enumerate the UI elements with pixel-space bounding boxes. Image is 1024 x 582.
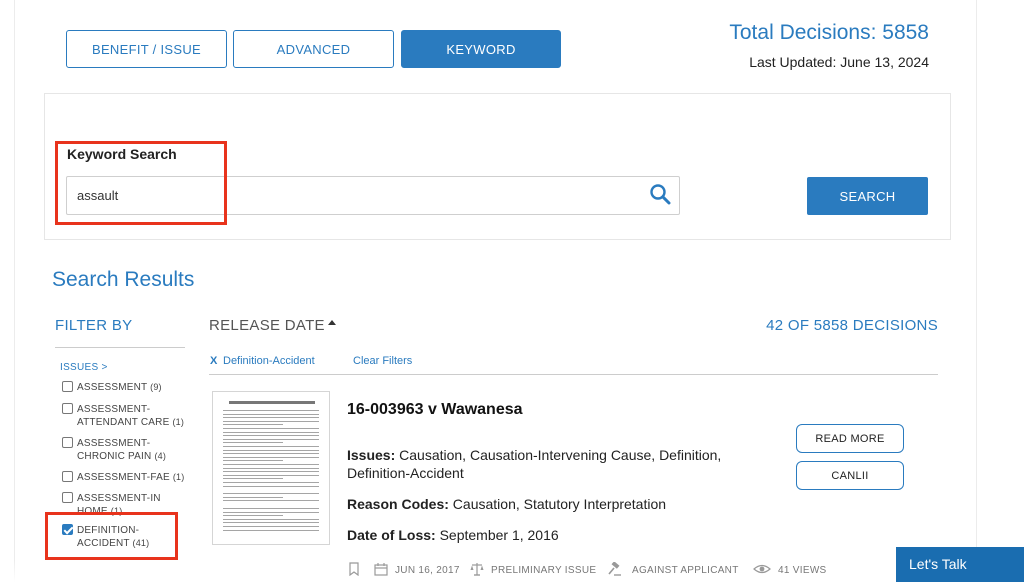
canlii-button[interactable]: CANLII	[796, 461, 904, 490]
filter-label: ATTENDANT CARE	[77, 417, 170, 428]
search-button[interactable]: SEARCH	[807, 177, 928, 215]
scales-icon	[470, 563, 484, 576]
filter-label: ASSESSMENT-IN	[77, 493, 161, 504]
eye-icon	[753, 564, 771, 574]
filter-checkbox[interactable]	[62, 437, 73, 448]
thumbnail-text-line	[223, 449, 319, 451]
page-frame-left	[14, 0, 15, 582]
thumbnail-text-line	[223, 413, 319, 415]
filter-checkbox[interactable]	[62, 471, 73, 482]
search-results-title: Search Results	[52, 268, 195, 291]
sort-asc-icon[interactable]	[328, 320, 336, 325]
gavel-icon	[608, 562, 621, 576]
results-divider	[209, 374, 938, 375]
calendar-icon	[374, 563, 388, 576]
thumbnail-text-line	[223, 431, 319, 433]
thumbnail-text-line	[223, 417, 319, 419]
thumbnail-text-line	[223, 526, 319, 527]
filter-label: ASSESSMENT-FAE	[77, 472, 170, 483]
loss-label: Date of Loss:	[347, 527, 436, 543]
filter-highlight-box	[45, 512, 178, 560]
filter-checkbox[interactable]	[62, 403, 73, 414]
filter-count: (1)	[172, 417, 185, 427]
loss-value: September 1, 2016	[435, 527, 559, 543]
meta-issue-type: PRELIMINARY ISSUE	[491, 565, 597, 576]
filter-count: (4)	[154, 451, 167, 461]
thumbnail-text-line	[223, 515, 283, 517]
thumbnail-text-line	[223, 529, 319, 531]
thumbnail-text-line	[223, 522, 319, 524]
meta-release-date: JUN 16, 2017	[395, 565, 460, 576]
sort-release-date[interactable]: RELEASE DATE	[209, 317, 325, 334]
issues-value-cont: Definition-Accident	[347, 465, 464, 481]
thumbnail-text-line	[223, 460, 283, 462]
thumbnail-text-line	[223, 508, 319, 509]
thumbnail-text-line	[223, 428, 319, 429]
filter-by-title: FILTER BY	[55, 317, 133, 334]
tab-keyword[interactable]: KEYWORD	[401, 30, 561, 68]
thumbnail-text-line	[223, 485, 319, 487]
thumbnail-heading	[229, 401, 315, 404]
thumbnail-text-line	[223, 438, 319, 440]
thumbnail-text-line	[223, 474, 319, 476]
thumbnail-text-line	[223, 493, 319, 495]
filter-count: (1)	[172, 472, 185, 482]
thumbnail-text-line	[223, 518, 319, 520]
read-more-button[interactable]: READ MORE	[796, 424, 904, 453]
decision-date-of-loss: Date of Loss: September 1, 2016	[347, 526, 559, 544]
filter-label: ASSESSMENT-	[77, 404, 151, 415]
total-decisions: Total Decisions: 5858	[729, 21, 929, 44]
search-icon[interactable]	[649, 183, 671, 205]
thumbnail-text-line	[223, 500, 319, 502]
filter-fade	[0, 560, 200, 582]
filter-count: (9)	[150, 382, 162, 392]
thumbnail-text-line	[223, 453, 319, 455]
tab-advanced[interactable]: ADVANCED	[233, 30, 394, 68]
clear-filters-link[interactable]: Clear Filters	[353, 355, 412, 367]
filter-checkbox[interactable]	[62, 381, 73, 392]
tab-benefit-issue[interactable]: BENEFIT / ISSUE	[66, 30, 227, 68]
issues-value: Causation, Causation-Intervening Cause, …	[395, 447, 722, 463]
issues-link[interactable]: ISSUES >	[60, 362, 108, 373]
decision-reason-codes: Reason Codes: Causation, Statutory Inter…	[347, 495, 666, 513]
meta-outcome: AGAINST APPLICANT	[632, 565, 739, 576]
issues-label: Issues:	[347, 447, 396, 463]
thumbnail-text-line	[223, 496, 283, 498]
document-thumbnail[interactable]	[212, 391, 330, 545]
meta-views: 41 VIEWS	[778, 565, 827, 576]
thumbnail-text-line	[223, 471, 319, 473]
thumbnail-text-line	[223, 464, 319, 465]
thumbnail-text-line	[223, 420, 319, 422]
thumbnail-text-line	[223, 446, 319, 447]
thumbnail-text-line	[223, 410, 319, 411]
thumbnail-text-line	[223, 467, 319, 469]
thumbnail-text-line	[223, 511, 319, 513]
filter-label: ASSESSMENT-	[77, 438, 151, 449]
reason-label: Reason Codes:	[347, 496, 449, 512]
thumbnail-text-line	[223, 482, 319, 483]
decision-issues: Issues: Causation, Causation-Intervening…	[347, 446, 767, 482]
filter-divider	[55, 347, 185, 348]
lets-talk-chat-button[interactable]: Let's Talk	[896, 547, 1024, 582]
filter-checkbox[interactable]	[62, 492, 73, 503]
thumbnail-text-line	[223, 456, 319, 458]
thumbnail-text-line	[223, 442, 283, 444]
remove-filter-icon[interactable]: X	[210, 355, 217, 367]
results-count: 42 OF 5858 DECISIONS	[766, 317, 938, 334]
filter-label: ASSESSMENT	[77, 382, 148, 393]
decision-title[interactable]: 16-003963 v Wawanesa	[347, 401, 523, 419]
thumbnail-text-line	[223, 424, 283, 426]
thumbnail-text-line	[223, 435, 319, 437]
page-frame-right	[976, 0, 977, 582]
last-updated: Last Updated: June 13, 2024	[749, 54, 929, 70]
active-filter-chip[interactable]: Definition-Accident	[223, 355, 315, 367]
bookmark-icon[interactable]	[347, 562, 361, 576]
keyword-highlight-box	[55, 141, 227, 225]
filter-label: CHRONIC PAIN	[77, 451, 152, 462]
reason-value: Causation, Statutory Interpretation	[448, 496, 667, 512]
thumbnail-text-line	[223, 478, 283, 480]
